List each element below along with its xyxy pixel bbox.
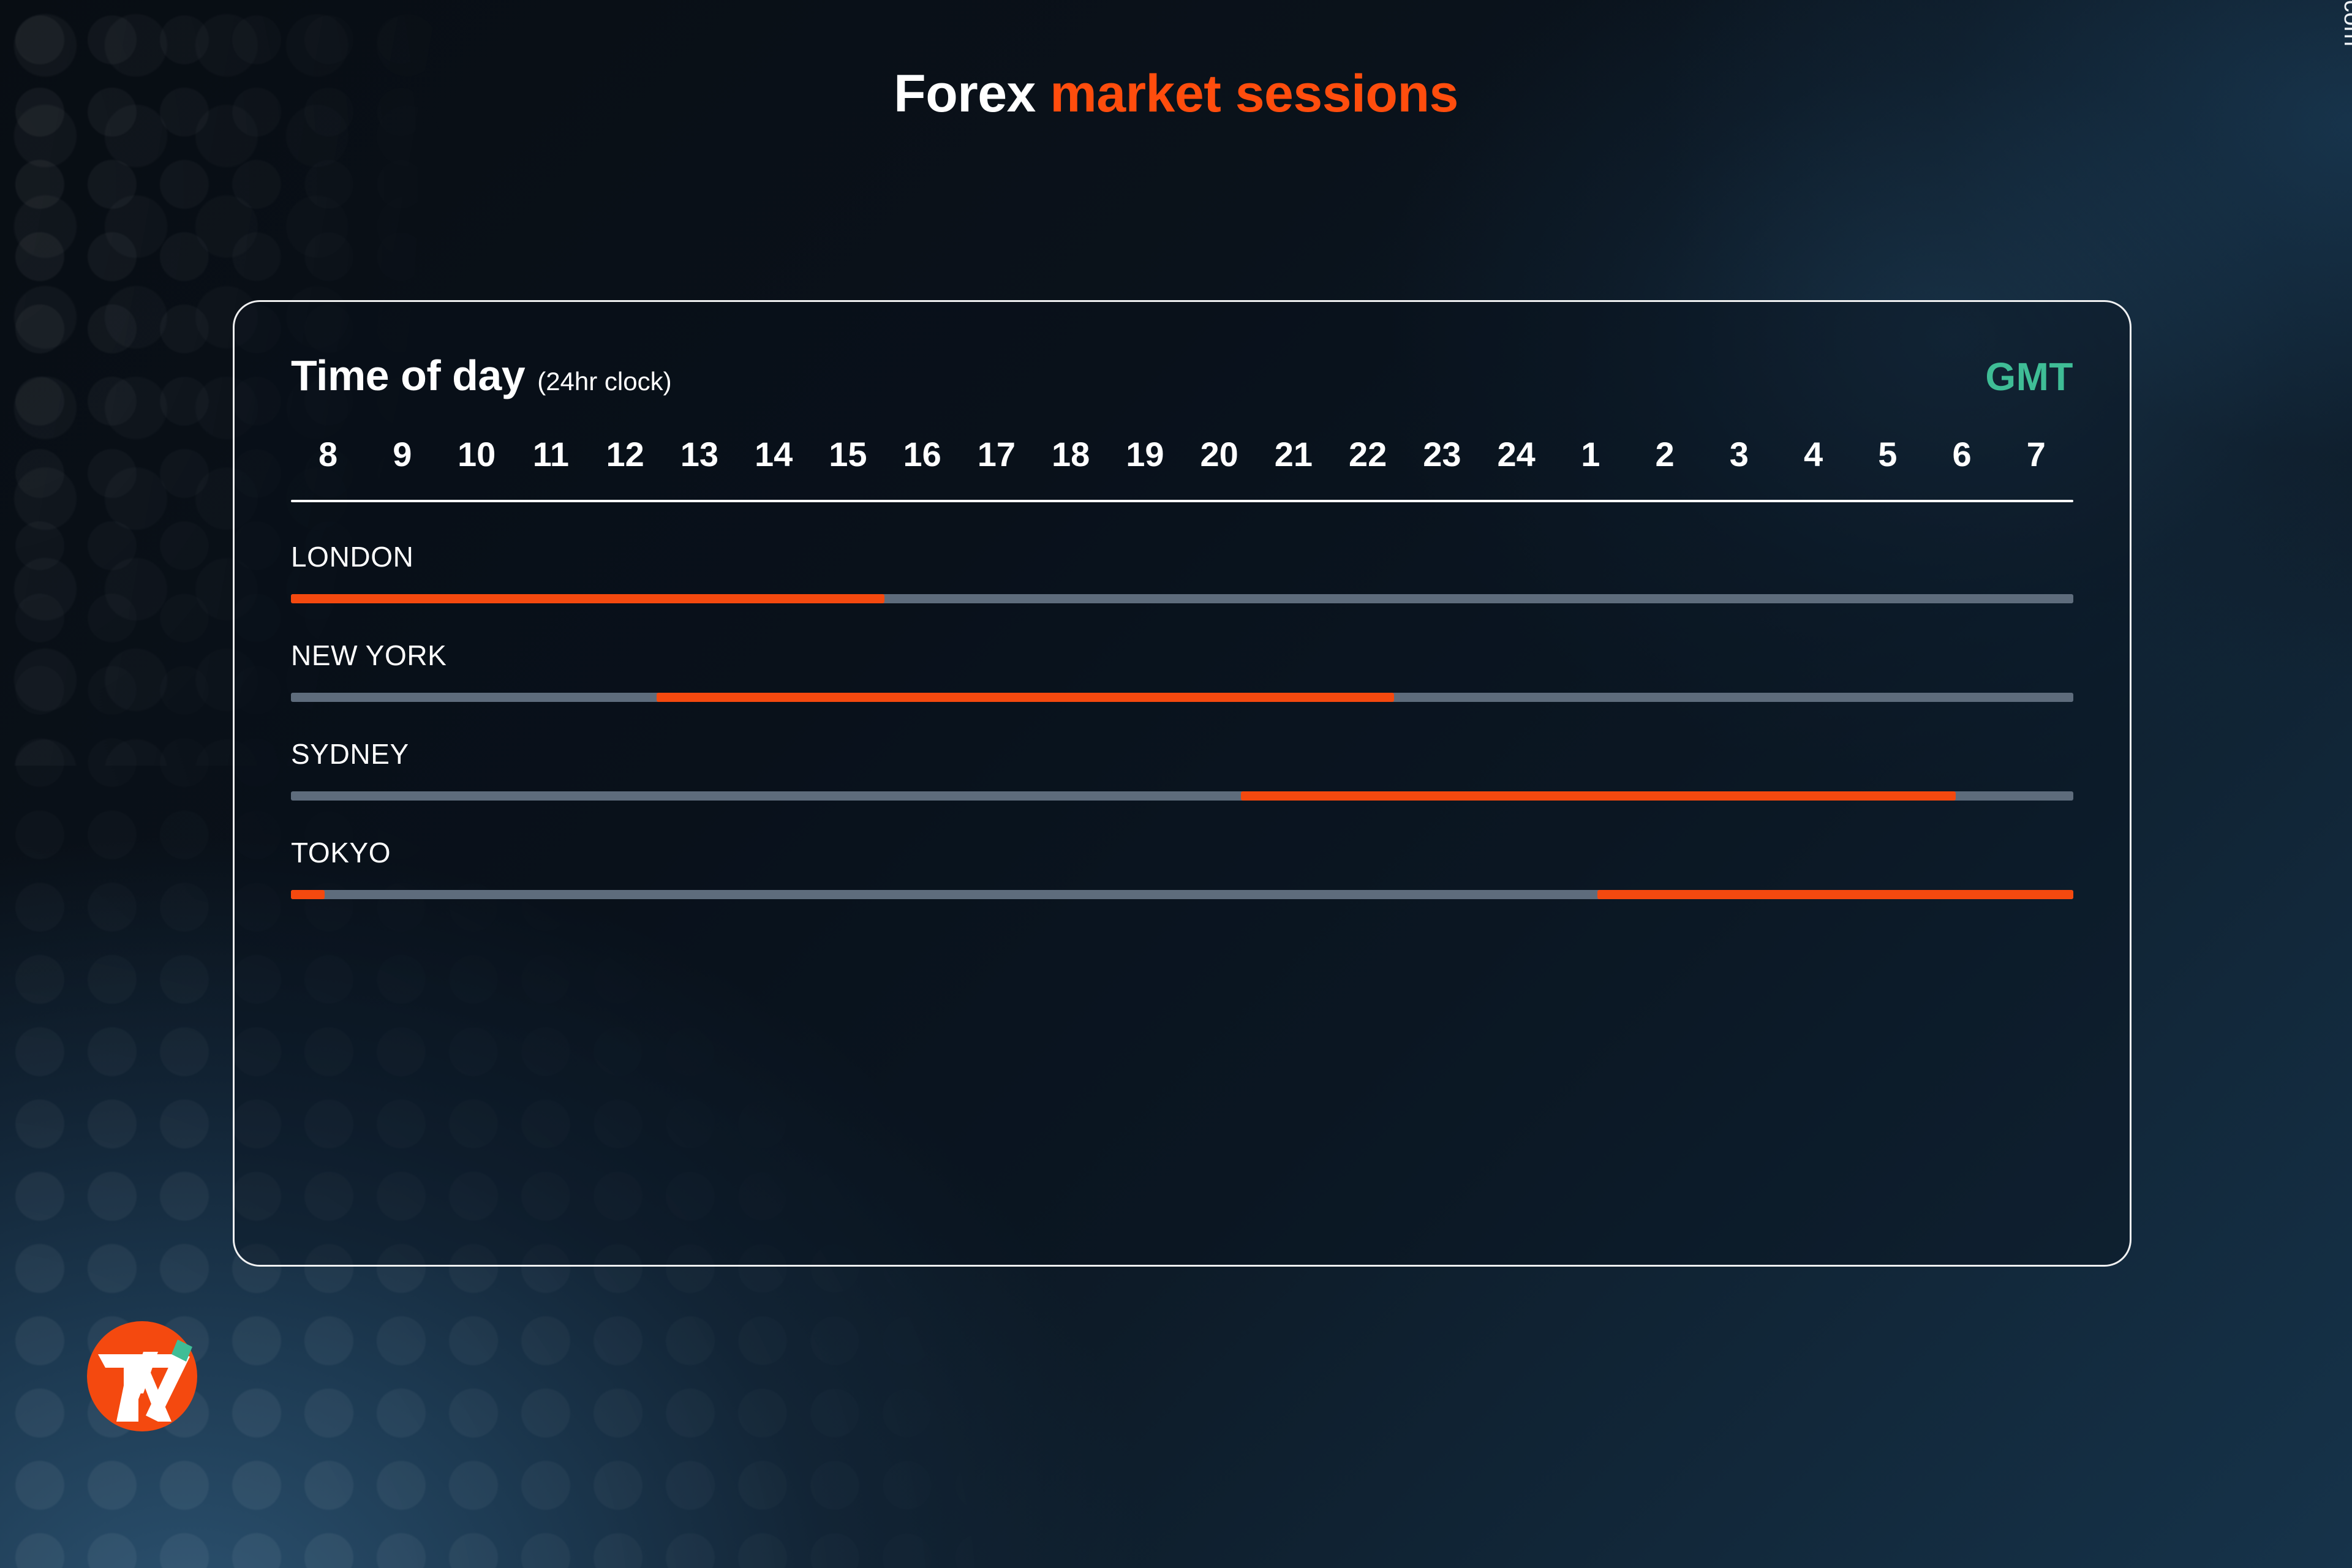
hour-tick-4: 4 <box>1804 435 1823 473</box>
hour-tick-12: 12 <box>606 435 644 473</box>
session-row: TOKYO <box>291 836 2073 899</box>
hour-tick-23: 23 <box>1423 435 1461 473</box>
session-name-new-york: NEW YORK <box>291 639 447 671</box>
session-list: LONDON NEW YORK SYDNEY TOKYO <box>291 540 2073 899</box>
page-title-primary: Forex <box>894 64 1036 123</box>
session-active-segment <box>656 693 1395 702</box>
session-row: NEW YORK <box>291 639 2073 702</box>
hour-tick-20: 20 <box>1200 435 1238 473</box>
hour-tick-14: 14 <box>754 435 793 473</box>
hour-tick-9: 9 <box>393 435 412 473</box>
session-track <box>291 693 2073 702</box>
session-row: LONDON <box>291 540 2073 603</box>
session-name-london: LONDON <box>291 541 414 573</box>
session-name-tokyo: TOKYO <box>291 837 391 869</box>
hour-tick-16: 16 <box>903 435 941 473</box>
hour-tick-15: 15 <box>829 435 867 473</box>
session-row: SYDNEY <box>291 737 2073 801</box>
hour-tick-3: 3 <box>1729 435 1749 473</box>
axis-divider <box>291 500 2073 502</box>
card-heading: Time of day <box>291 352 526 399</box>
session-name-sydney: SYDNEY <box>291 738 409 770</box>
card-heading-note: (24hr clock) <box>537 367 672 396</box>
hour-tick-18: 18 <box>1051 435 1090 473</box>
session-active-segment <box>1241 791 1956 801</box>
hour-tick-8: 8 <box>318 435 338 473</box>
hour-tick-13: 13 <box>680 435 719 473</box>
card-header: Time of day (24hr clock) GMT <box>291 351 2073 400</box>
session-track <box>291 890 2073 899</box>
hour-tick-10: 10 <box>457 435 496 473</box>
sessions-card: Time of day (24hr clock) GMT 8 9 10 11 12 13 1… <box>233 300 2132 1267</box>
hour-tick-2: 2 <box>1655 435 1675 473</box>
hour-tick-1: 1 <box>1581 435 1600 473</box>
hour-axis: 8 9 10 11 12 13 14 15 16 17 18 19 20 21 22 23 24 1 2 3 4 5 6 7 <box>291 434 2073 474</box>
hour-tick-6: 6 <box>1952 435 1972 473</box>
hour-tick-17: 17 <box>977 435 1016 473</box>
hour-tick-19: 19 <box>1126 435 1164 473</box>
hour-tick-21: 21 <box>1274 435 1313 473</box>
hour-tick-11: 11 <box>532 435 569 473</box>
page-title: Forex market sessions <box>0 67 2352 120</box>
session-active-segment <box>291 594 885 603</box>
hour-tick-7: 7 <box>2026 435 2046 473</box>
hour-tick-24: 24 <box>1497 435 1536 473</box>
session-track <box>291 594 2073 603</box>
hour-tick-5: 5 <box>1878 435 1898 473</box>
site-url-watermark: tradenation.com <box>2339 0 2352 47</box>
session-track <box>291 791 2073 801</box>
page-title-accent: market sessions <box>1050 64 1458 123</box>
hour-tick-22: 22 <box>1348 435 1387 473</box>
timezone-label: GMT <box>1985 355 2073 399</box>
session-active-segment <box>1597 890 2073 899</box>
session-active-segment <box>291 890 325 899</box>
tradenation-logo <box>85 1319 200 1434</box>
